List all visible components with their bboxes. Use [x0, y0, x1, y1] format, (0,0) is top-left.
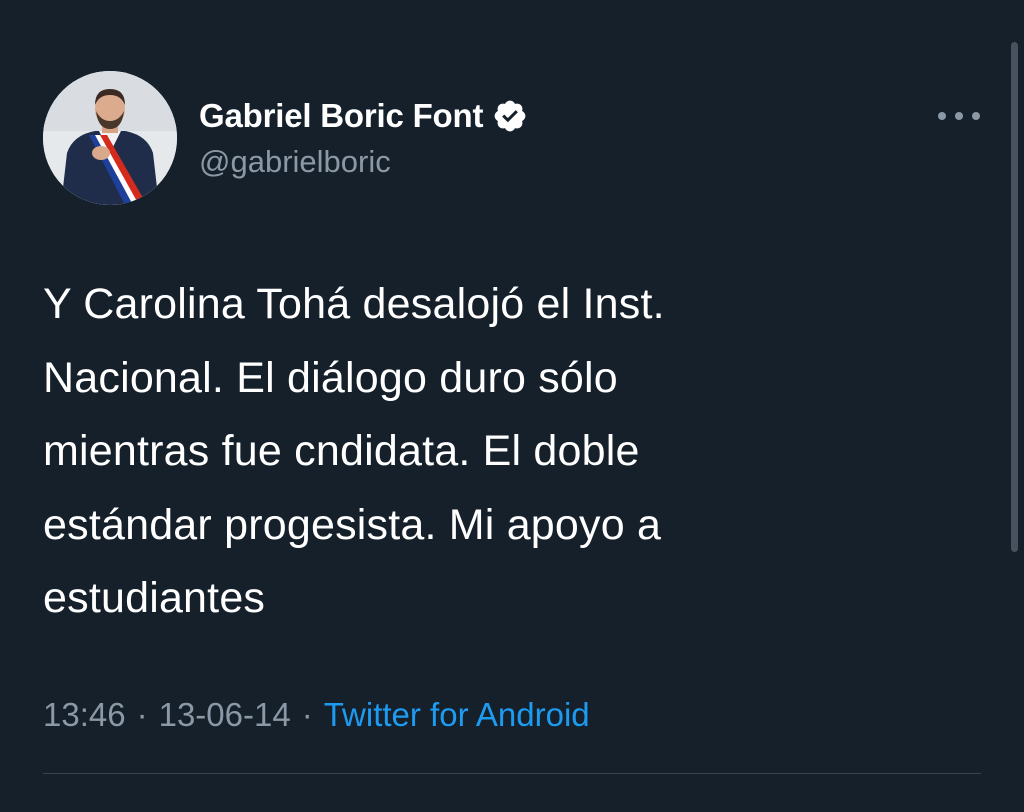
tweet-text-line: Y Carolina Tohá desalojó el Inst.	[43, 280, 665, 328]
scrollbar[interactable]	[1011, 42, 1018, 552]
avatar-photo	[43, 71, 177, 205]
tweet-date[interactable]: 13-06-14	[159, 696, 291, 734]
tweet-text: Y Carolina Tohá desalojó el Inst. Nacion…	[43, 268, 943, 636]
author-name-row[interactable]: Gabriel Boric Font	[199, 96, 528, 136]
tweet-time[interactable]: 13:46	[43, 696, 126, 734]
tweet-text-line: Nacional. El diálogo duro sólo	[43, 353, 618, 402]
dot	[955, 112, 963, 120]
dot	[972, 112, 980, 120]
divider	[43, 773, 981, 774]
more-options-icon[interactable]	[938, 104, 980, 128]
author-handle[interactable]: @gabrielboric	[199, 144, 391, 180]
verified-badge-icon	[492, 98, 528, 134]
tweet-text-line: estándar progesista. Mi apoyo a	[43, 500, 662, 549]
dot	[938, 112, 946, 120]
meta-separator: ·	[136, 696, 148, 733]
meta-separator: ·	[301, 696, 313, 733]
tweet-metadata: 13:46 · 13-06-14 · Twitter for Android	[43, 696, 590, 734]
tweet-text-line: estudiantes	[43, 574, 266, 622]
author-display-name[interactable]: Gabriel Boric Font	[199, 97, 483, 135]
tweet-text-line: mientras fue cndidata. El doble	[43, 427, 640, 475]
tweet-source-link[interactable]: Twitter for Android	[324, 696, 590, 734]
tweet-detail: Gabriel Boric Font @gabrielboric Y Carol…	[0, 0, 1024, 812]
avatar[interactable]	[43, 71, 177, 205]
